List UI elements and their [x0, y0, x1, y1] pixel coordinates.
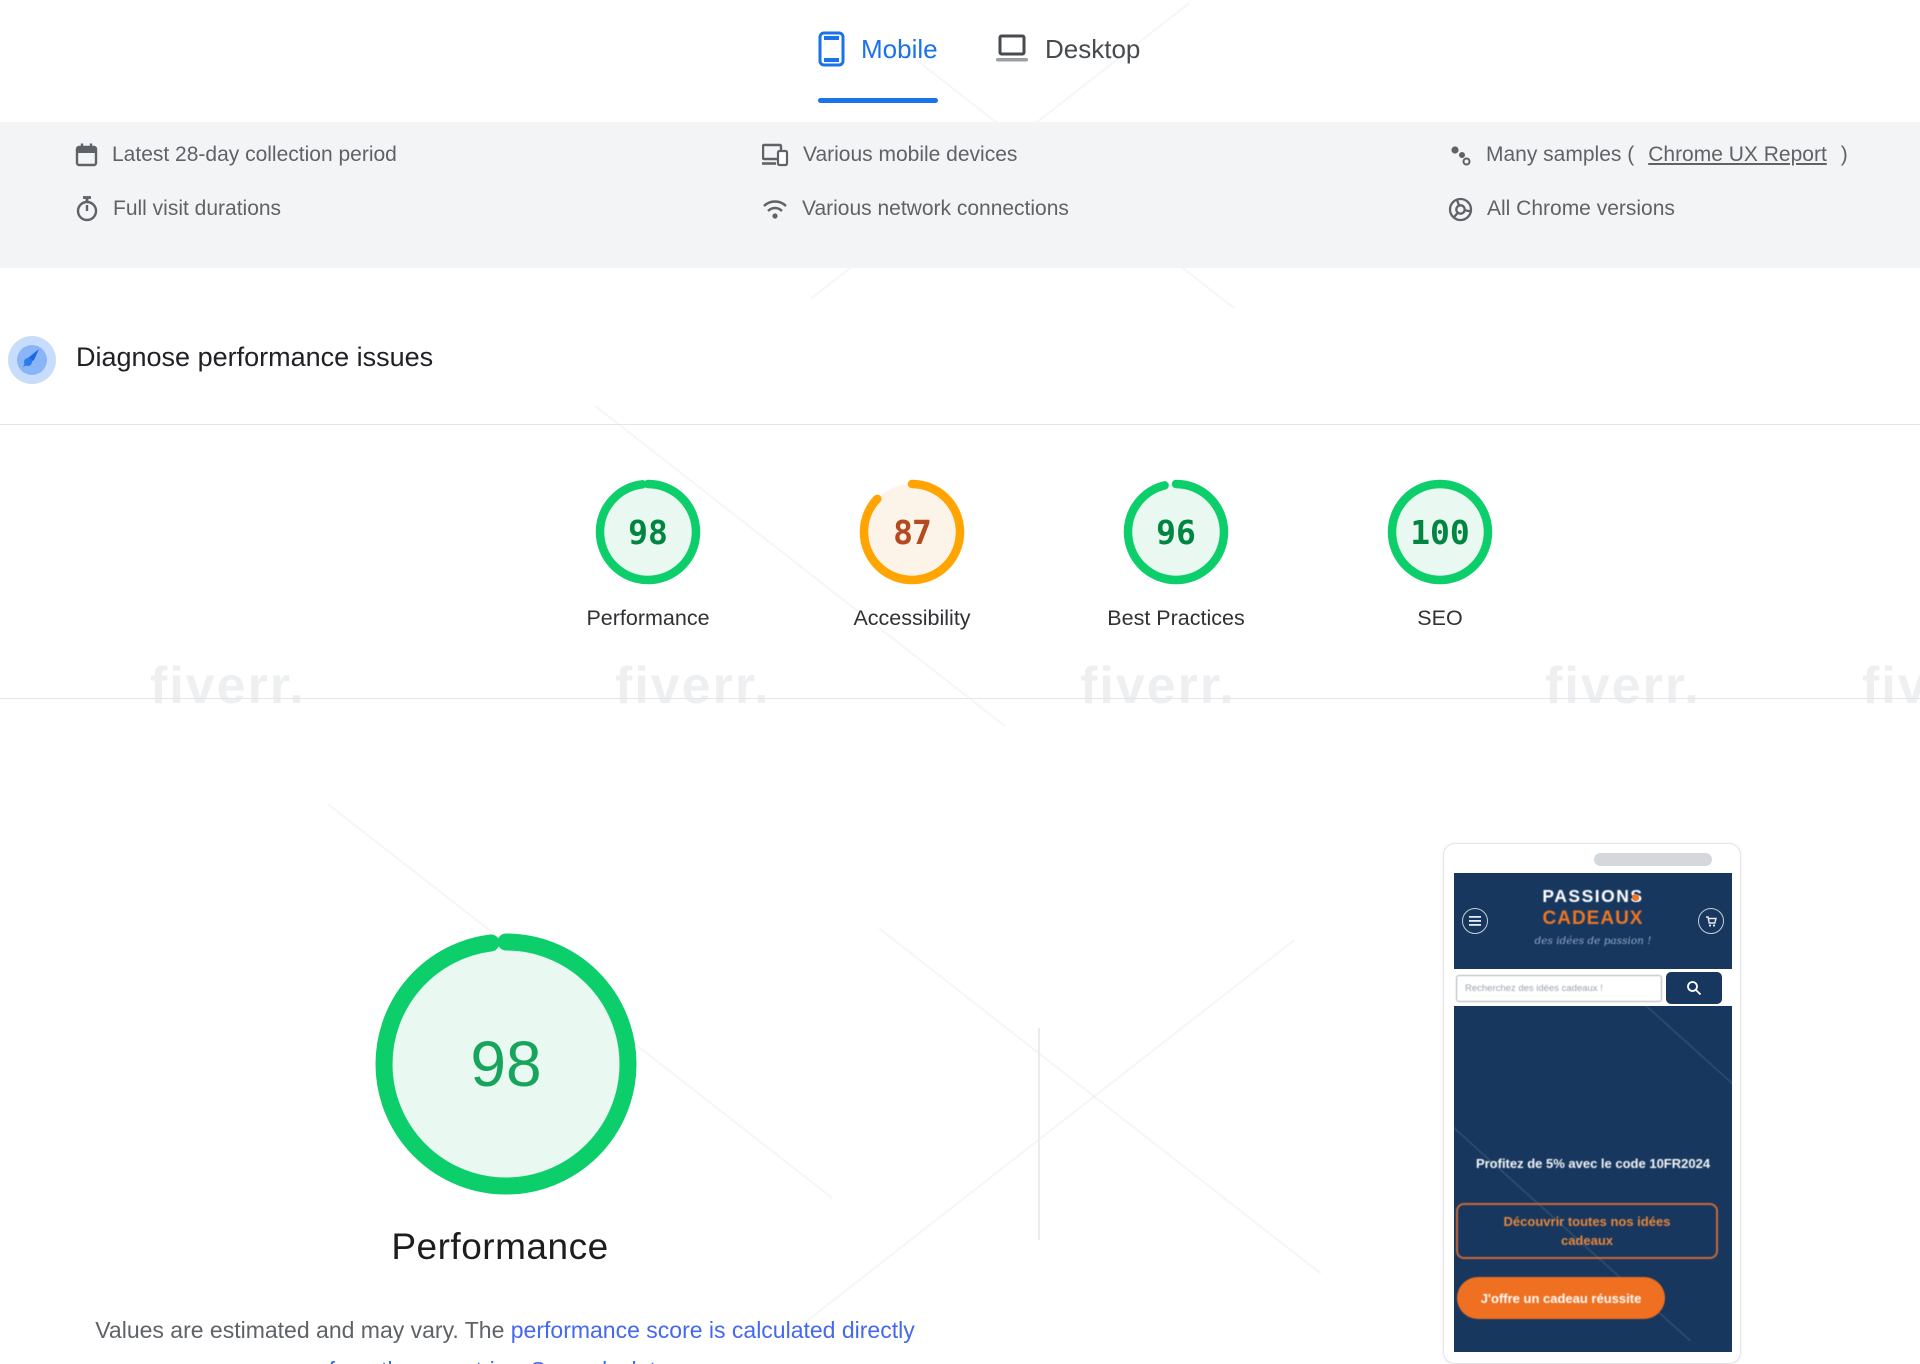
tab-desktop-label: Desktop	[1045, 34, 1140, 65]
samples-icon	[1448, 143, 1472, 167]
discover-ideas-button: Découvrir toutes nos idées cadeaux	[1456, 1203, 1718, 1259]
env-collection-period: Latest 28-day collection period	[75, 140, 397, 170]
wifi-icon	[762, 198, 788, 220]
site-logo-line1: PASSIONS	[1454, 886, 1732, 907]
hamburger-icon	[1469, 916, 1481, 926]
watermark: fiverr.	[1862, 656, 1920, 716]
env-many-samples-label: Many samples (	[1486, 143, 1634, 167]
environment-bar: Latest 28-day collection period Full vis…	[0, 122, 1920, 268]
diagnose-section-title: Diagnose performance issues	[76, 342, 433, 373]
site-search-input	[1456, 975, 1662, 1002]
env-many-samples: Many samples ( Chrome UX Report)	[1448, 140, 1848, 170]
search-icon	[1686, 980, 1702, 996]
description-text: .	[518, 1357, 531, 1364]
active-tab-underline	[818, 98, 938, 103]
performance-section-title: Performance	[60, 1226, 940, 1268]
description-link[interactable]: See calculator.	[531, 1357, 682, 1364]
desktop-laptop-icon	[995, 34, 1029, 64]
calendar-icon	[75, 143, 98, 167]
screenshot-site-header: PASSIONS CADEAUX des idées de passion !	[1454, 873, 1732, 969]
promo-code-text: Profitez de 5% avec le code 10FR2024	[1454, 1156, 1732, 1171]
env-mobile-devices: Various mobile devices	[762, 140, 1017, 170]
score-label: Accessibility	[832, 606, 992, 631]
tab-mobile-label: Mobile	[861, 34, 938, 65]
tab-desktop[interactable]: Desktop	[995, 26, 1140, 72]
watermark: fiverr.	[1080, 656, 1236, 716]
watermark: fiverr.	[615, 656, 771, 716]
env-network-connections-label: Various network connections	[802, 197, 1069, 221]
env-network-connections: Various network connections	[762, 194, 1069, 224]
vertical-divider	[1038, 1028, 1040, 1240]
site-logo-line2: CADEAUX	[1454, 908, 1732, 930]
chrome-ux-report-link[interactable]: Chrome UX Report	[1648, 143, 1827, 167]
watermark: fiverr.	[1545, 656, 1701, 716]
screenshot-statusbar-pill	[1594, 853, 1712, 866]
env-visit-durations: Full visit durations	[75, 194, 281, 224]
score-gauge-performance[interactable]: 98 Performance	[568, 476, 728, 631]
score-gauge-best-practices[interactable]: 96 Best Practices	[1096, 476, 1256, 631]
score-value: 100	[1360, 476, 1520, 588]
section-divider	[0, 424, 1920, 425]
menu-circle	[1462, 908, 1488, 934]
pagespeed-report: fiverr.fiverr.fiverr.fiverr.fiverr.fiver…	[0, 0, 1920, 1364]
screenshot-hero-area: Profitez de 5% avec le code 10FR2024 Déc…	[1454, 1006, 1732, 1352]
score-value: 87	[832, 476, 992, 588]
mobile-phone-icon	[818, 31, 845, 67]
logo-o-dot	[1632, 894, 1639, 901]
final-screenshot-preview: PASSIONS CADEAUX des idées de passion !	[1443, 843, 1741, 1364]
env-mobile-devices-label: Various mobile devices	[803, 143, 1017, 167]
score-label: Best Practices	[1096, 606, 1256, 631]
cart-circle	[1698, 908, 1724, 934]
insights-compass-icon	[6, 334, 58, 391]
watermark: fiverr.	[150, 656, 306, 716]
env-visit-durations-label: Full visit durations	[113, 197, 281, 221]
site-search-button	[1666, 972, 1722, 1004]
description-text: Values are estimated and may vary. The	[95, 1317, 510, 1343]
offer-gift-button: J'offre un cadeau réussite	[1457, 1277, 1665, 1319]
tab-mobile[interactable]: Mobile	[818, 26, 938, 72]
env-many-samples-suffix: )	[1841, 143, 1848, 167]
env-chrome-versions-label: All Chrome versions	[1487, 197, 1675, 221]
env-collection-period-label: Latest 28-day collection period	[112, 143, 397, 167]
performance-big-score: 98	[374, 932, 638, 1196]
section-divider	[0, 698, 1920, 699]
stopwatch-icon	[75, 196, 99, 222]
score-gauge-accessibility[interactable]: 87 Accessibility	[832, 476, 992, 631]
cart-icon	[1705, 915, 1717, 927]
env-chrome-versions: All Chrome versions	[1448, 194, 1675, 224]
score-value: 98	[568, 476, 728, 588]
score-label: SEO	[1360, 606, 1520, 631]
score-label: Performance	[568, 606, 728, 631]
devices-icon	[762, 143, 789, 167]
chrome-icon	[1448, 197, 1473, 222]
score-value: 96	[1096, 476, 1256, 588]
score-gauge-seo[interactable]: 100 SEO	[1360, 476, 1520, 631]
site-tagline: des idées de passion !	[1454, 935, 1732, 947]
performance-description: Values are estimated and may vary. The p…	[85, 1310, 925, 1364]
watermark-line	[879, 928, 1322, 1274]
